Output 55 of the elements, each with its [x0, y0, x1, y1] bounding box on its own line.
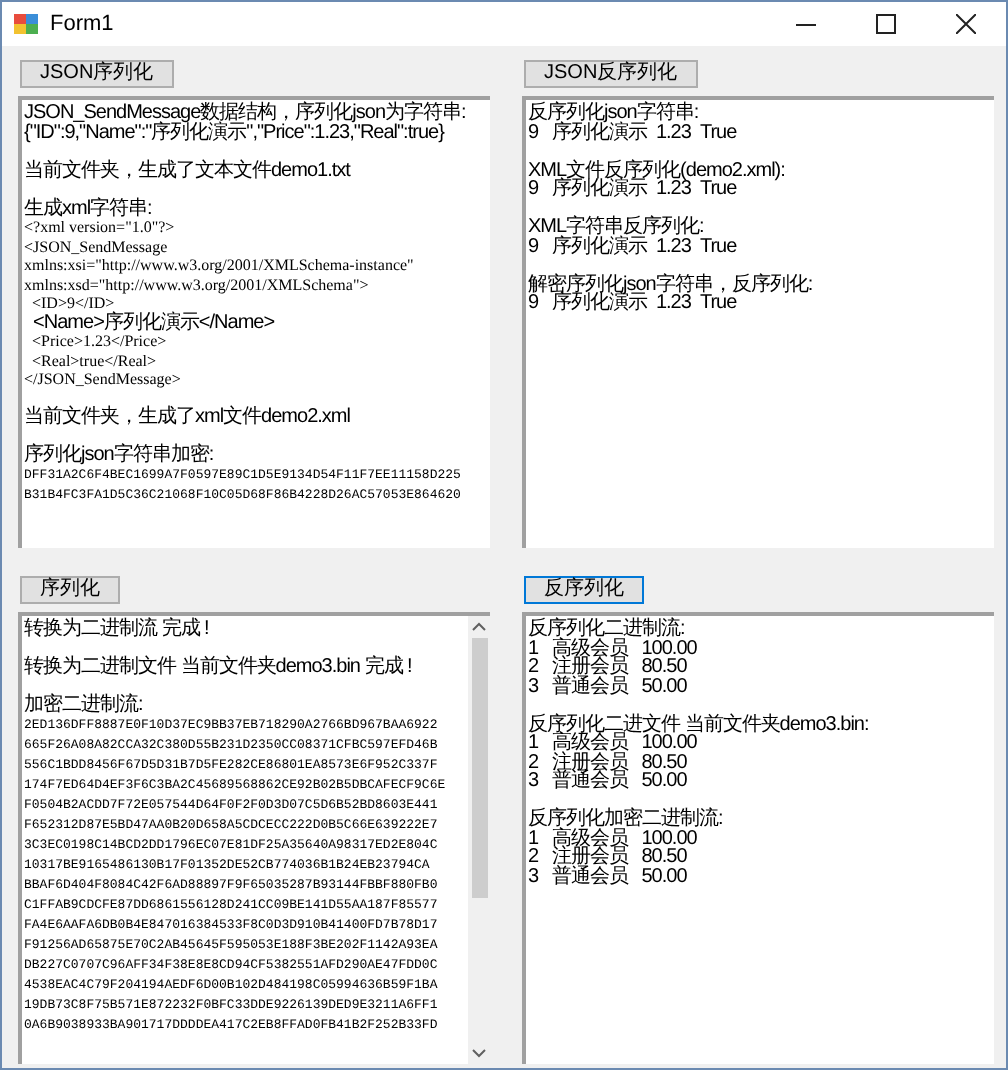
output-line: 当前文件夹，生成了文本文件demo1.txt — [24, 161, 350, 180]
window-title: Form1 — [50, 9, 114, 40]
app-icon — [14, 12, 38, 36]
output-line: {"ID":9,"Name":"序列化演示","Price":1.23,"Real":true} — [24, 123, 444, 142]
output-line: xmlns:xsi="http://www.w3.org/2001/XMLSchema-instance" — [24, 256, 414, 275]
output-line: 转换为二进制流 完成 ! — [24, 620, 209, 639]
action-button[interactable]: 反序列化 — [524, 576, 644, 604]
output-line: 2 注册会员 80.50 — [528, 848, 687, 867]
output-line: </JSON_SendMessage> — [24, 370, 181, 389]
output-line: 3 普通会员 50.00 — [528, 867, 687, 886]
output-line: 2 注册会员 80.50 — [528, 753, 687, 772]
maximize-icon — [876, 14, 896, 34]
scroll-up-icon[interactable] — [472, 622, 486, 632]
output-line: <Price>1.23</Price> — [30, 332, 167, 351]
output-line: 加密二进制流: — [24, 696, 143, 715]
scroll-thumb[interactable] — [471, 638, 487, 898]
output-textbox[interactable]: 反序列化二进制流: 1 高级会员 100.00 2 注册会员 80.50 3 普通会员 50.00 反序列化二进文件 当前文件夹demo3.bin: 1 高级会员 100.00 2 注册会员 80.50 3 普通会员 50.00 反序列化加密二进制流: 1 高级会员 100.00 2 注册会员 80.50 3 普通会员 50.00 — [522, 612, 994, 1064]
output-line: <ID>9</ID> — [30, 294, 115, 312]
output-line: 3 普通会员 50.00 — [528, 677, 687, 696]
output-line: 2 注册会员 80.50 — [528, 658, 687, 677]
output-line: 解密序列化json字符串，反序列化: — [528, 275, 813, 294]
output-line: 序列化json字符串加密: — [24, 446, 214, 465]
output-line: xmlns:xsd="http://www.w3.org/2001/XMLSchema"> — [24, 275, 369, 294]
output-textbox[interactable] — [18, 612, 490, 1064]
output-line: 反序列化加密二进制流: — [528, 810, 723, 829]
output-line: 9 序列化演示 1.23 True — [528, 294, 737, 313]
action-button[interactable]: JSON序列化 — [20, 60, 174, 88]
action-button[interactable]: 序列化 — [20, 576, 120, 604]
output-line: 生成xml字符串: — [24, 199, 152, 218]
output-line: 反序列化二进文件 当前文件夹demo3.bin: — [528, 715, 869, 734]
close-icon — [956, 14, 976, 34]
output-textbox[interactable]: 反序列化json字符串: 9 序列化演示 1.23 True XML文件反序列化(demo2.xml): 9 序列化演示 1.23 True XML字符串反序列化: 9 序列化演示 1.23 True 解密序列化json字符串，反序列化: 9 序列化演示 1.23 True — [522, 96, 994, 548]
output-line: 反序列化json字符串: — [528, 104, 699, 123]
output-line: XML字符串反序列化: — [528, 218, 704, 237]
output-line: <Name>序列化演示</Name> — [31, 313, 275, 332]
output-line: 转换为二进制文件 当前文件夹demo3.bin 完成 ! — [24, 658, 412, 677]
output-line: XML文件反序列化(demo2.xml): — [528, 161, 785, 180]
output-line: 3 普通会员 50.00 — [528, 772, 687, 791]
output-line: <JSON_SendMessage — [24, 237, 168, 256]
scrollbar[interactable] — [468, 616, 490, 1064]
output-line: JSON_SendMessage数据结构，序列化json为字符串: — [24, 104, 466, 123]
output-line: 反序列化二进制流: — [528, 620, 685, 639]
output-line: 9 序列化演示 1.23 True — [528, 237, 737, 256]
scroll-down-icon[interactable] — [472, 1048, 486, 1058]
action-button[interactable]: JSON反序列化 — [524, 60, 698, 88]
output-line: 9 序列化演示 1.23 True — [528, 180, 737, 199]
output-line: 1 高级会员 100.00 — [528, 639, 697, 658]
output-line: 1 高级会员 100.00 — [528, 829, 697, 848]
output-line: <Real>true</Real> — [30, 351, 157, 370]
output-line: 9 序列化演示 1.23 True — [528, 123, 737, 142]
output-line: <?xml version="1.0"?> — [24, 218, 175, 237]
output-line: 当前文件夹，生成了xml文件demo2.xml — [24, 408, 350, 427]
minimize-icon — [796, 23, 816, 25]
output-textbox[interactable] — [18, 96, 490, 548]
output-line: 1 高级会员 100.00 — [528, 734, 697, 753]
